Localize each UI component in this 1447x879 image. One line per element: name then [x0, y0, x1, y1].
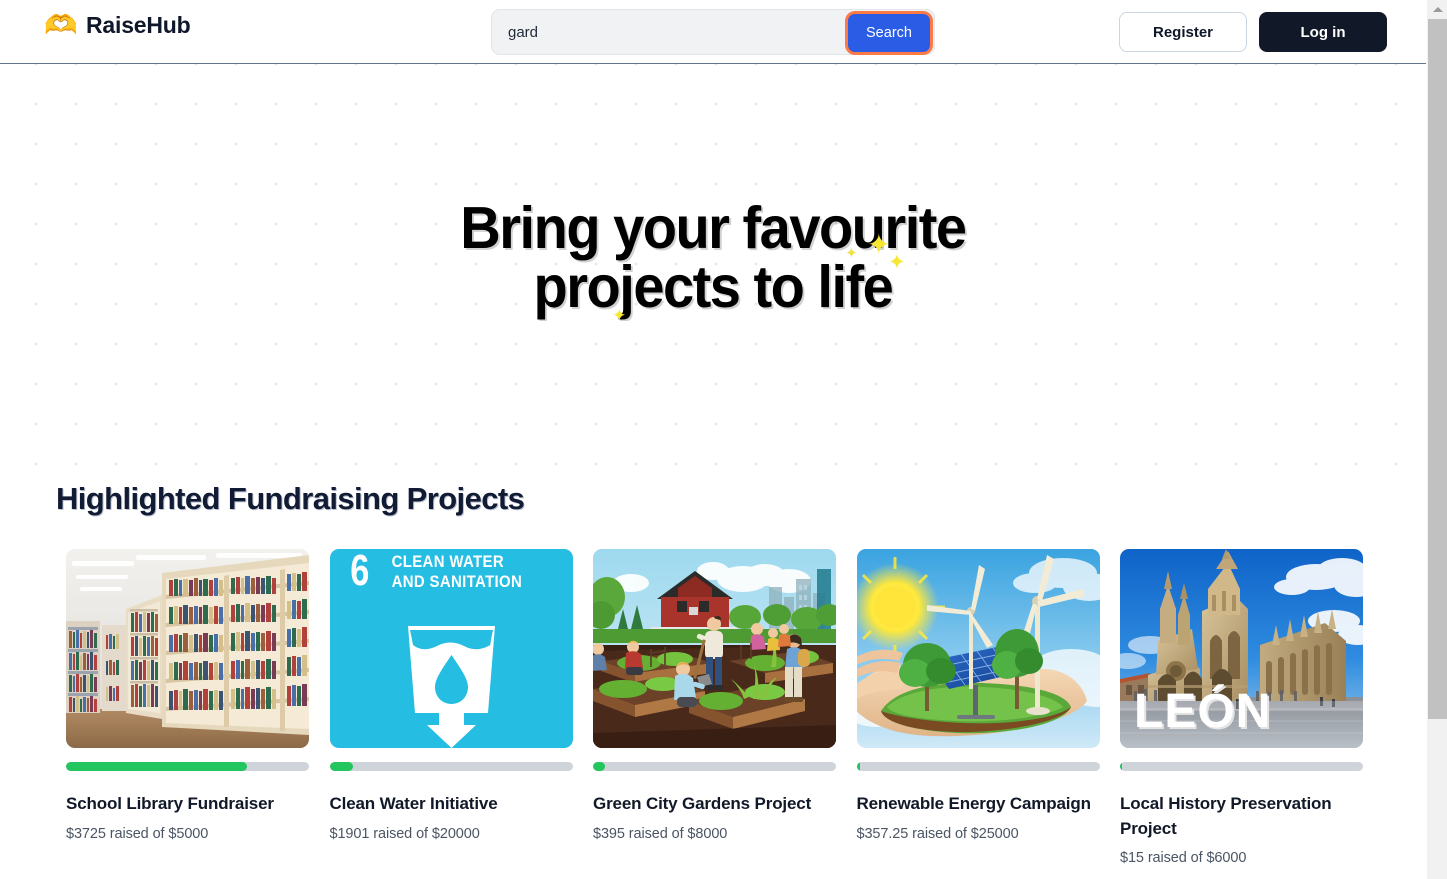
leon-cathedral-photo[interactable]: LEÓN LEÓN: [1120, 549, 1363, 748]
section-title: Highlighted Fundraising Projects: [56, 481, 525, 516]
library-bookshelves-photo[interactable]: [66, 549, 309, 748]
project-title: Clean Water Initiative: [329, 794, 498, 813]
search-button[interactable]: Search: [848, 14, 930, 52]
progress-track: [1120, 762, 1363, 771]
hero-section: Bring your favourite projects to life ✦ …: [0, 64, 1426, 469]
svg-text:LEÓN: LEÓN: [1134, 683, 1271, 738]
svg-text:CLEAN WATER: CLEAN WATER: [391, 553, 503, 571]
project-raised-text: $357.25 raised of $25000: [856, 825, 1019, 842]
hero-title-line-2: projects to life: [533, 253, 894, 320]
progress-track: [856, 762, 1100, 771]
page-content: 🫶 RaiseHub Search Register Log in Bring …: [0, 0, 1426, 879]
community-garden-illustration[interactable]: [593, 549, 836, 748]
project-card-list: School Library Fundraiser $3725 raised o…: [66, 549, 1426, 866]
register-button[interactable]: Register: [1119, 12, 1247, 52]
brand-name: RaiseHub: [86, 12, 191, 38]
progress-fill: [856, 762, 860, 771]
brand-logo-link[interactable]: 🫶 RaiseHub: [44, 10, 191, 40]
sdg6-clean-water-and-sanitation-graphic[interactable]: 6 CLEAN WATER AND SANITATION: [329, 549, 573, 748]
heart-in-hand-icon: 🫶: [44, 10, 78, 40]
site-header: 🫶 RaiseHub Search Register Log in: [0, 0, 1426, 64]
svg-text:6: 6: [350, 549, 369, 595]
progress-track: [66, 762, 309, 771]
project-card[interactable]: LEÓN LEÓN Local History Preservation Pro…: [1120, 549, 1363, 866]
page-scrollbar[interactable]: [1426, 0, 1447, 879]
project-card[interactable]: Green City Gardens Project $395 raised o…: [593, 549, 836, 866]
progress-track: [593, 762, 836, 771]
highlighted-projects-section: Highlighted Fundraising Projects School …: [0, 481, 1426, 866]
project-raised-text: $15 raised of $6000: [1120, 850, 1247, 867]
search-bar[interactable]: Search: [491, 9, 935, 55]
scroll-up-arrow[interactable]: [1427, 0, 1447, 19]
progress-fill: [329, 762, 353, 771]
progress-fill: [593, 762, 605, 771]
project-card[interactable]: 6 CLEAN WATER AND SANITATION Clean Water…: [329, 549, 573, 866]
svg-text:AND SANITATION: AND SANITATION: [391, 573, 522, 591]
hero-title: Bring your favourite projects to life: [460, 198, 967, 320]
progress-fill: [1120, 762, 1123, 771]
project-raised-text: $3725 raised of $5000: [66, 825, 209, 842]
progress-track: [329, 762, 573, 771]
hero-title-line-1: Bring your favourite: [460, 194, 967, 261]
scrollbar-thumb[interactable]: [1428, 19, 1447, 719]
project-title: Local History Preservation Project: [1120, 794, 1332, 838]
project-title: School Library Fundraiser: [66, 794, 274, 813]
project-card[interactable]: School Library Fundraiser $3725 raised o…: [66, 549, 309, 866]
project-title: Green City Gardens Project: [593, 794, 812, 813]
browser-viewport: 🫶 RaiseHub Search Register Log in Bring …: [0, 0, 1447, 879]
progress-fill: [66, 762, 248, 771]
project-raised-text: $1901 raised of $20000: [329, 825, 480, 842]
project-card[interactable]: Renewable Energy Campaign $357.25 raised…: [856, 549, 1100, 866]
auth-actions: Register Log in: [1119, 12, 1387, 52]
login-button[interactable]: Log in: [1259, 12, 1387, 52]
renewable-energy-hand-photo[interactable]: [856, 549, 1100, 748]
project-title: Renewable Energy Campaign: [856, 794, 1091, 813]
hero-inner: Bring your favourite projects to life ✦ …: [447, 198, 979, 324]
project-raised-text: $395 raised of $8000: [593, 825, 728, 842]
